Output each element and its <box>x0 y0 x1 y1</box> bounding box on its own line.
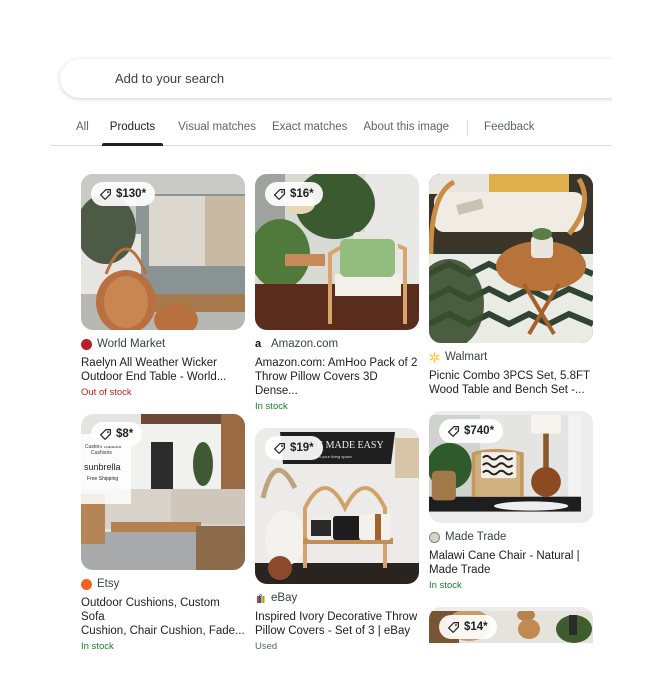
price-chip: $14* <box>439 615 497 639</box>
product-title-line: Amazon.com: AmHoo Pack of 2 <box>255 357 418 369</box>
product-source: Etsy <box>81 576 245 592</box>
product-card[interactable]: $130* World Market Raelyn All Weather Wi… <box>81 174 245 398</box>
svg-text:sunbrella: sunbrella <box>84 462 121 472</box>
results-column-1: $130* World Market Raelyn All Weather Wi… <box>81 174 245 668</box>
tab-all[interactable]: All <box>76 116 89 145</box>
product-title[interactable]: Amazon.com: AmHoo Pack of 2 Throw Pillow… <box>255 356 419 398</box>
rattan-sofa-table-image <box>429 174 593 343</box>
made-trade-logo-icon <box>429 531 440 543</box>
product-card[interactable]: $740* Made Trade Malawi Cane Chair - Nat… <box>429 411 593 591</box>
price-tag-icon <box>100 428 111 440</box>
product-card[interactable]: Walmart Picnic Combo 3PCS Set, 5.8FT Woo… <box>429 174 593 397</box>
stock-status: In stock <box>81 641 114 652</box>
overlay-text: E MADE EASY <box>317 440 384 451</box>
product-title[interactable]: Inspired Ivory Decorative Throw Pillow C… <box>255 610 419 638</box>
svg-text:Free Shipping: Free Shipping <box>87 476 118 482</box>
source-name: World Market <box>97 338 166 350</box>
price-chip: $740* <box>439 419 504 443</box>
product-title-line: Throw Pillow Covers 3D Dense... <box>255 371 378 397</box>
product-title-line: Inspired Ivory Decorative Throw <box>255 611 418 623</box>
tab-visual-matches[interactable]: Visual matches <box>178 116 256 145</box>
search-input[interactable] <box>115 71 595 86</box>
walmart-spark-icon <box>429 351 440 363</box>
search-bar-clip <box>612 50 663 110</box>
source-name: Made Trade <box>445 531 507 543</box>
product-source: World Market <box>81 336 245 352</box>
stock-status: Out of stock <box>81 387 132 398</box>
product-card[interactable]: $14* <box>429 607 593 643</box>
tab-exact-matches[interactable]: Exact matches <box>272 116 347 145</box>
tab-products[interactable]: Products <box>101 116 164 146</box>
product-title[interactable]: Malawi Cane Chair - Natural | Made Trade <box>429 549 593 577</box>
amazon-logo-icon: a <box>255 338 266 350</box>
stock-status: In stock <box>255 401 288 412</box>
product-source: Made Trade <box>429 529 593 545</box>
etsy-logo-icon <box>81 578 92 590</box>
result-tabs: All Products Visual matches Exact matche… <box>51 116 612 146</box>
price-tag-icon <box>448 621 459 633</box>
price-label: $740* <box>464 425 495 437</box>
product-image[interactable]: $740* <box>429 411 593 523</box>
product-source: a Amazon.com <box>255 336 419 352</box>
price-label: $16* <box>290 188 314 200</box>
product-image[interactable]: $130* <box>81 174 245 330</box>
price-tag-icon <box>448 425 459 437</box>
product-card[interactable]: Custom Outdoor Cushions sunbrella Free S… <box>81 414 245 652</box>
price-tag-icon <box>274 188 285 200</box>
results-column-3: Walmart Picnic Combo 3PCS Set, 5.8FT Woo… <box>429 174 593 659</box>
product-image[interactable] <box>429 174 593 343</box>
product-image[interactable]: $14* <box>429 607 593 643</box>
source-name: eBay <box>271 592 298 604</box>
product-source: Walmart <box>429 349 593 365</box>
price-chip: $130* <box>91 182 156 206</box>
price-label: $19* <box>290 442 314 454</box>
tab-about-this-image[interactable]: About this image <box>363 116 449 145</box>
product-image[interactable]: E MADE EASY form your living space $19* <box>255 428 419 584</box>
product-image[interactable]: $16* <box>255 174 419 330</box>
source-name: Amazon.com <box>271 338 339 350</box>
tab-feedback[interactable]: Feedback <box>484 116 535 145</box>
product-title[interactable]: Outdoor Cushions, Custom Sofa Cushion, C… <box>81 596 245 638</box>
product-title-line: Pillow Covers - Set of 3 | eBay <box>255 625 411 637</box>
product-title-line: Outdoor Cushions, Custom Sofa <box>81 597 220 623</box>
product-title-line: Made Trade <box>429 564 491 576</box>
price-chip: $19* <box>265 436 323 460</box>
product-title-line: Cushion, Chair Cushion, Fade... <box>81 625 245 637</box>
source-name: Etsy <box>97 578 120 590</box>
product-title[interactable]: Raelyn All Weather Wicker Outdoor End Ta… <box>81 356 245 384</box>
results-column-2: $16* a Amazon.com Amazon.com: AmHoo Pack… <box>255 174 419 668</box>
ebay-bag-icon <box>257 593 265 603</box>
price-label: $14* <box>464 621 488 633</box>
product-title-line: Outdoor End Table - World... <box>81 371 227 383</box>
price-chip: $16* <box>265 182 323 206</box>
product-title-line: Wood Table and Bench Set -... <box>429 384 585 396</box>
price-tag-icon <box>100 188 111 200</box>
world-market-logo-icon <box>81 338 92 350</box>
stock-status: In stock <box>429 580 462 591</box>
product-source: eBay <box>255 590 419 606</box>
product-title-line: Picnic Combo 3PCS Set, 5.8FT <box>429 370 591 382</box>
product-title-line: Malawi Cane Chair - Natural | <box>429 550 580 562</box>
price-tag-icon <box>274 442 285 454</box>
source-name: Walmart <box>445 351 488 363</box>
price-chip: $8* <box>91 422 143 446</box>
stock-status: Used <box>255 641 278 652</box>
svg-text:Cushions: Cushions <box>91 450 112 456</box>
search-bar[interactable] <box>60 59 620 98</box>
product-title-line: Raelyn All Weather Wicker <box>81 357 217 369</box>
price-label: $8* <box>116 428 134 440</box>
product-image[interactable]: Custom Outdoor Cushions sunbrella Free S… <box>81 414 245 570</box>
product-title[interactable]: Picnic Combo 3PCS Set, 5.8FT Wood Table … <box>429 369 593 397</box>
tab-divider <box>467 120 469 136</box>
product-card[interactable]: $16* a Amazon.com Amazon.com: AmHoo Pack… <box>255 174 419 412</box>
price-label: $130* <box>116 188 147 200</box>
product-card[interactable]: E MADE EASY form your living space $19* … <box>255 428 419 652</box>
